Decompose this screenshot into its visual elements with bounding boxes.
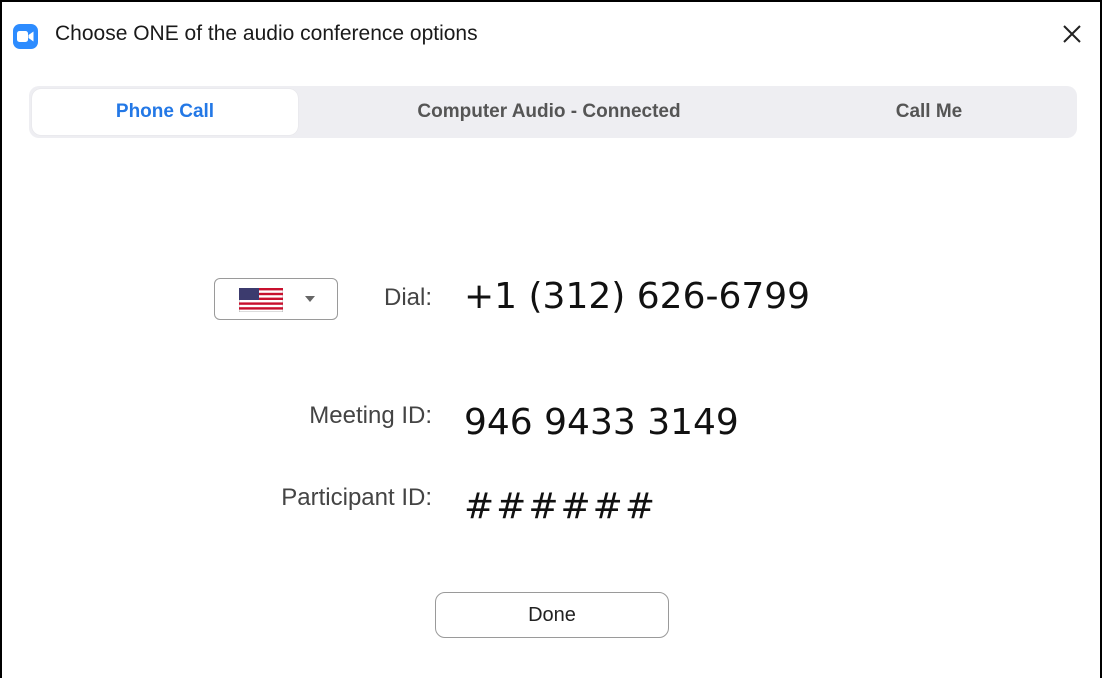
us-flag-icon (239, 288, 283, 312)
meeting-id-label: Meeting ID: (309, 402, 432, 429)
country-dropdown[interactable] (214, 278, 338, 320)
close-icon (1063, 25, 1081, 43)
tab-computer-audio[interactable]: Computer Audio - Connected (329, 86, 769, 138)
close-button[interactable] (1054, 16, 1090, 52)
title-bar: Choose ONE of the audio conference optio… (2, 2, 1100, 64)
zoom-camera-icon (13, 24, 38, 49)
tab-call-me[interactable]: Call Me (799, 86, 1059, 138)
dial-number: +1 (312) 626-6799 (464, 276, 811, 317)
window-title: Choose ONE of the audio conference optio… (55, 22, 478, 45)
dial-label: Dial: (383, 284, 432, 311)
participant-id-label: Participant ID: (281, 484, 432, 511)
audio-option-tabs: Phone Call Computer Audio - Connected Ca… (29, 86, 1077, 138)
meeting-id-value: 946 9433 3149 (464, 402, 739, 443)
tab-phone-call[interactable]: Phone Call (32, 89, 298, 135)
participant-id-value: ###### (464, 486, 657, 527)
done-button[interactable]: Done (435, 592, 669, 638)
audio-options-dialog: Choose ONE of the audio conference optio… (2, 2, 1100, 678)
chevron-down-icon (305, 296, 315, 302)
